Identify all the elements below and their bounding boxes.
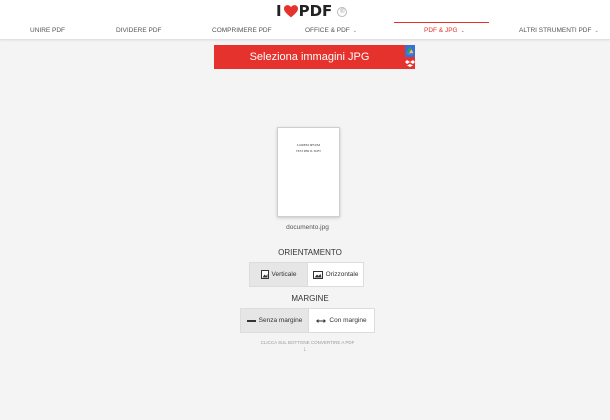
logo-name: PDF [298, 2, 333, 20]
chevron-down-icon: ⌄ [594, 28, 599, 34]
preview-text-line: TEST PER IL SOFT [296, 149, 321, 153]
arrow-down-icon: ↓ [303, 346, 307, 353]
file-name: documento.jpg [286, 224, 329, 231]
nav-item-office-pdf[interactable]: OFFICE & PDF ⌄ [305, 22, 357, 39]
nav-item-dividere-pdf[interactable]: DIVIDERE PDF [116, 22, 162, 39]
nav-active-indicator [394, 22, 489, 23]
chevron-down-icon: ⌄ [352, 28, 357, 34]
nav-item-pdf-jpg[interactable]: PDF & JPG ⌄ [424, 22, 465, 39]
header: I PDF ® [0, 0, 610, 22]
file-preview-card[interactable]: LOREM IPSUM TEST PER IL SOFT [277, 127, 340, 217]
orientation-options: Verticale Orizzontale [249, 262, 364, 287]
option-label: Verticale [271, 271, 297, 278]
margin-title: MARGINE [291, 294, 329, 303]
google-drive-icon [406, 47, 414, 55]
nav-item-altri-strumenti[interactable]: ALTRI STRUMENTI PDF ⌄ [519, 22, 599, 39]
orientation-portrait-option[interactable]: Verticale [250, 263, 307, 286]
margin-icon [316, 318, 327, 324]
convert-hint: CLICCA SUL BOTTONE CONVERTIRE A PDF [260, 340, 355, 345]
logo[interactable]: I PDF ® [276, 2, 348, 20]
portrait-image-icon [260, 270, 269, 279]
orientation-title: ORIENTAMENTO [278, 248, 342, 257]
nav-item-label: PDF & JPG [424, 27, 458, 34]
dropbox-button[interactable] [405, 57, 415, 69]
nav-item-label: COMPRIMERE PDF [212, 27, 272, 34]
no-margin-icon [246, 318, 256, 324]
landscape-image-icon [312, 270, 323, 279]
google-drive-button[interactable] [405, 45, 415, 57]
nav-item-label: ALTRI STRUMENTI PDF [519, 27, 592, 34]
option-label: Senza margine [258, 317, 303, 324]
registered-badge: ® [337, 6, 348, 17]
heart-icon [283, 5, 298, 18]
dropbox-icon [405, 60, 415, 67]
nav-item-label: OFFICE & PDF [305, 27, 350, 34]
nav-item-comprimere-pdf[interactable]: COMPRIMERE PDF [212, 22, 272, 39]
nav-item-label: UNIRE PDF [30, 27, 66, 34]
with-margin-option[interactable]: Con margine [308, 309, 374, 332]
chevron-down-icon: ⌄ [460, 28, 465, 34]
no-margin-option[interactable]: Senza margine [241, 309, 308, 332]
select-images-button[interactable]: Seleziona immagini JPG [214, 45, 405, 69]
option-label: Orizzontale [325, 271, 359, 278]
preview-text-line: LOREM IPSUM [296, 143, 321, 147]
nav-item-label: DIVIDERE PDF [116, 27, 162, 34]
orientation-landscape-option[interactable]: Orizzontale [307, 263, 363, 286]
logo-prefix: I [276, 2, 282, 20]
margin-options: Senza margine Con margine [240, 308, 375, 333]
option-label: Con margine [329, 317, 367, 324]
nav-item-unire-pdf[interactable]: UNIRE PDF [30, 22, 65, 39]
main-nav: UNIRE PDF DIVIDERE PDF COMPRIMERE PDF OF… [0, 22, 610, 40]
